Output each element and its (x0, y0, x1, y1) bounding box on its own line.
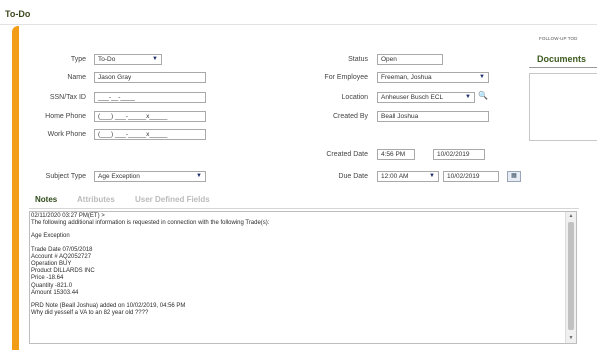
ssn-input[interactable]: ___-__-____ (94, 92, 206, 103)
notes-textarea[interactable]: 02/11/2020 03:27 PM(ET) > The following … (29, 211, 577, 344)
calendar-button[interactable]: ▦ (507, 171, 521, 182)
type-value: To-Do (98, 56, 116, 63)
calendar-icon: ▦ (511, 173, 517, 179)
notes-line: Product DILLARDS INC (31, 268, 95, 275)
chevron-down-icon: ▼ (479, 74, 485, 80)
due-time-value: 12:00 AM (381, 173, 409, 180)
location-label: Location (341, 94, 368, 101)
for-employee-select[interactable]: Freeman, Joshua ▼ (377, 72, 489, 83)
notes-line: Price -18.64 (31, 275, 64, 282)
notes-line: Operation BUY (31, 260, 72, 267)
type-label: Type (70, 56, 86, 63)
location-select[interactable]: Anheuser Busch ECL ▼ (377, 92, 475, 103)
accent-bar (12, 26, 19, 350)
notes-line: Quantity -821.0 (31, 282, 73, 289)
tab-notes[interactable]: Notes (35, 195, 57, 204)
name-input[interactable]: Jason Gray (94, 72, 206, 83)
home-phone-input[interactable]: (___) ___-_____x_____ (94, 111, 206, 122)
chevron-down-icon: ▼ (429, 173, 435, 179)
status-input[interactable]: Open (377, 54, 443, 65)
notes-line: Age Exception (31, 233, 70, 240)
lookup-icon[interactable]: 🔍 (478, 91, 488, 100)
chevron-down-icon: ▼ (196, 173, 202, 179)
notes-line: Why did yesself a VA to an 82 year old ?… (31, 310, 149, 317)
notes-line: Amount 15303.44 (31, 289, 79, 296)
tab-attributes[interactable]: Attributes (77, 195, 115, 204)
home-phone-label: Home Phone (45, 113, 86, 120)
subject-type-select[interactable]: Age Exception ▼ (94, 171, 206, 182)
subject-type-value: Age Exception (98, 173, 140, 180)
notes-line: Account # AQ2052727 (31, 253, 92, 260)
notes-line: The following additional information is … (31, 220, 270, 227)
notes-line: PRD Note (Beall Joshua) added on 10/02/2… (31, 302, 186, 309)
followup-label: FOLLOW-UP TOD (539, 36, 578, 41)
due-time-select[interactable]: 12:00 AM ▼ (377, 171, 439, 182)
tab-user-defined-fields[interactable]: User Defined Fields (135, 195, 210, 204)
name-label: Name (67, 74, 86, 81)
page-title: To-Do (5, 9, 31, 19)
notes-content: 02/11/2020 03:27 PM(ET) > The following … (31, 213, 565, 317)
work-phone-label: Work Phone (47, 131, 86, 138)
scroll-thumb[interactable] (568, 222, 574, 330)
due-date-input[interactable]: 10/02/2019 (443, 171, 499, 182)
created-by-input[interactable]: Beall Joshua (377, 111, 489, 122)
location-value: Anheuser Busch ECL (381, 94, 444, 101)
chevron-down-icon: ▼ (152, 56, 158, 62)
created-date-label: Created Date (326, 151, 368, 158)
notes-scrollbar[interactable]: ▲ ▼ (565, 212, 576, 343)
scroll-down-icon[interactable]: ▼ (566, 334, 576, 343)
notes-line: 02/11/2020 03:27 PM(ET) > (31, 213, 105, 219)
chevron-down-icon: ▼ (465, 94, 471, 100)
created-date-input[interactable]: 10/02/2019 (433, 149, 485, 160)
subject-type-label: Subject Type (45, 173, 86, 180)
status-label: Status (348, 56, 368, 63)
scroll-up-icon[interactable]: ▲ (566, 212, 576, 221)
documents-divider (529, 67, 597, 68)
created-time-input[interactable]: 4:56 PM (377, 149, 415, 160)
created-by-label: Created By (332, 113, 368, 120)
documents-panel (529, 73, 597, 141)
for-employee-value: Freeman, Joshua (381, 74, 432, 81)
notes-line: Trade Date 07/05/2018 (31, 246, 93, 253)
work-phone-input[interactable]: (___) ___-_____x_____ (94, 129, 206, 140)
type-select[interactable]: To-Do ▼ (94, 54, 162, 65)
tabs-divider (29, 208, 579, 209)
header-divider (0, 24, 597, 25)
ssn-label: SSN/Tax ID (49, 94, 86, 101)
documents-title: Documents (537, 54, 587, 64)
due-date-label: Due Date (338, 173, 368, 180)
for-employee-label: For Employee (324, 74, 368, 81)
